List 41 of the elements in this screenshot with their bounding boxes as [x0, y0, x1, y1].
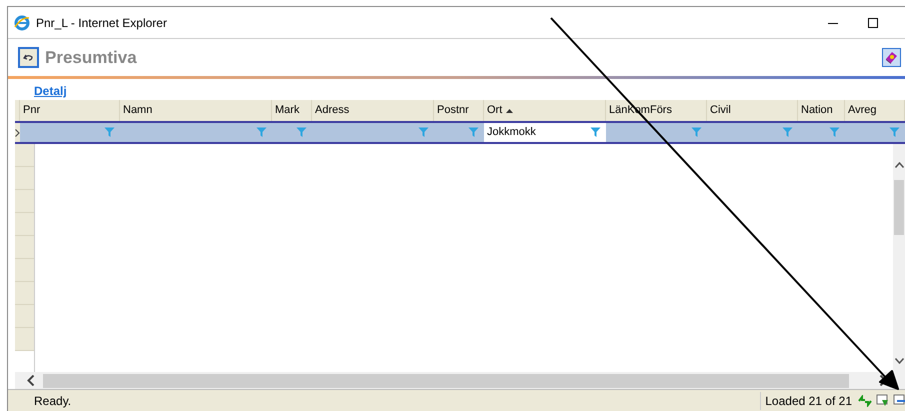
export-icon[interactable]	[876, 394, 890, 407]
filter-icon[interactable]	[590, 127, 601, 138]
row-header[interactable]	[15, 282, 34, 305]
scroll-left-icon[interactable]	[27, 375, 35, 386]
refresh-icon[interactable]	[858, 394, 872, 406]
row-header[interactable]	[15, 259, 34, 282]
current-row-icon	[15, 128, 20, 136]
filter-icon[interactable]	[104, 127, 115, 138]
filter-icon[interactable]	[256, 127, 267, 138]
filter-icon[interactable]	[296, 127, 307, 138]
back-button[interactable]	[18, 47, 39, 68]
page-title: Presumtiva	[45, 46, 137, 69]
row-header[interactable]	[15, 190, 34, 213]
detail-link[interactable]: Detalj	[34, 82, 67, 100]
undo-icon	[23, 53, 34, 62]
filter-icon[interactable]	[782, 127, 793, 138]
help-book-button[interactable]	[882, 48, 901, 67]
book-icon	[884, 50, 899, 65]
scroll-up-icon[interactable]	[894, 162, 904, 168]
filter-icon[interactable]	[468, 127, 479, 138]
record-count: Loaded 21 of 21	[760, 392, 852, 410]
row-header[interactable]	[15, 236, 34, 259]
maximize-icon[interactable]	[867, 16, 879, 28]
scroll-thumb[interactable]	[894, 180, 904, 235]
scroll-thumb[interactable]	[43, 374, 849, 388]
filter-icon[interactable]	[691, 127, 702, 138]
row-header[interactable]	[15, 167, 34, 190]
vertical-scrollbar[interactable]	[893, 144, 905, 372]
row-header[interactable]	[15, 144, 34, 167]
horizontal-scrollbar[interactable]	[15, 372, 905, 389]
filter-icon[interactable]	[418, 127, 429, 138]
row-header[interactable]	[15, 305, 34, 328]
row-header[interactable]	[15, 328, 34, 351]
import-icon[interactable]	[893, 394, 905, 407]
browser-icon	[14, 14, 30, 30]
window-title: Pnr_L - Internet Explorer	[36, 14, 167, 32]
filter-icon[interactable]	[829, 127, 840, 138]
filter-icon[interactable]	[889, 127, 900, 138]
scroll-down-icon[interactable]	[894, 358, 904, 364]
status-text: Ready.	[34, 392, 72, 410]
row-header[interactable]	[15, 213, 34, 236]
